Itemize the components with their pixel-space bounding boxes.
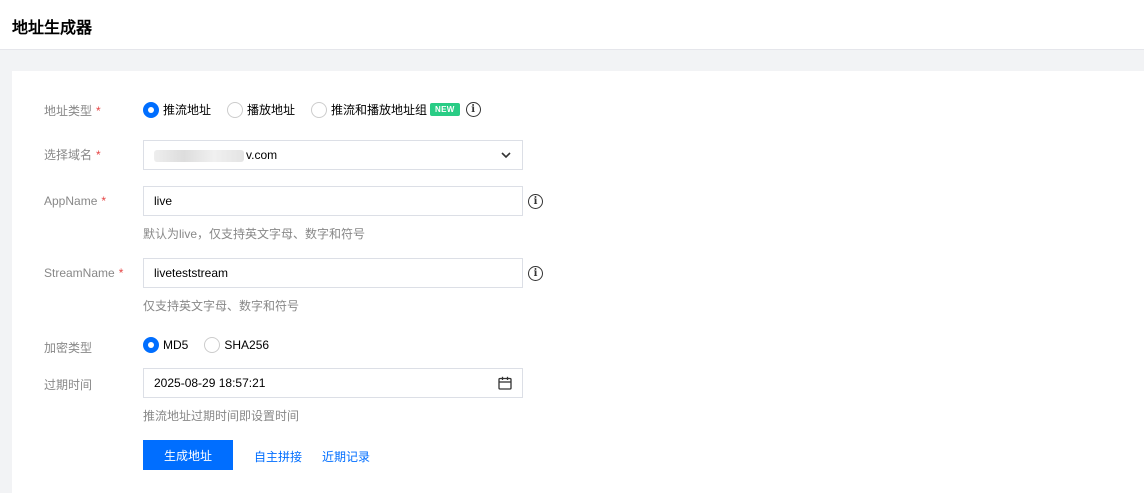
- radio-unchecked-indicator: [311, 101, 328, 118]
- domain-row: 选择域名 * v.com: [12, 140, 1144, 170]
- radio-push-and-play-address-group[interactable]: 推流和播放地址组 NEW: [311, 101, 460, 118]
- expiry-label: 过期时间: [44, 378, 93, 392]
- encryption-row: 加密类型 MD5 SHA256: [12, 336, 1144, 356]
- app-name-help-text: 默认为live，仅支持英文字母、数字和符号: [143, 227, 366, 241]
- address-type-row: 地址类型 * 推流地址 播放地址 推流和播放地址组 NEW i: [12, 100, 1144, 120]
- page-header: 地址生成器: [0, 0, 1144, 50]
- app-name-label: AppName *: [44, 194, 107, 208]
- encryption-radio-group: MD5 SHA256: [143, 337, 285, 353]
- radio-push-address[interactable]: 推流地址: [143, 101, 211, 118]
- stream-name-help-text: 仅支持英文字母、数字和符号: [143, 299, 300, 313]
- stream-name-input[interactable]: liveteststream: [143, 258, 523, 288]
- encryption-label: 加密类型: [44, 341, 93, 355]
- radio-unchecked-indicator: [204, 337, 221, 353]
- actions-row: 生成地址 自主拼接 近期记录: [12, 440, 1144, 470]
- radio-checked-indicator: [143, 337, 159, 353]
- address-type-radio-group: 推流地址 播放地址 推流和播放地址组 NEW i: [143, 101, 481, 118]
- calendar-icon[interactable]: [498, 376, 512, 390]
- domain-select[interactable]: v.com: [143, 140, 523, 170]
- radio-sha256[interactable]: SHA256: [204, 337, 269, 353]
- radio-md5[interactable]: MD5: [143, 337, 188, 353]
- stream-name-info-icon[interactable]: i: [528, 266, 543, 281]
- stream-name-row: StreamName * liveteststream i 仅支持英文字母、数字和…: [12, 258, 1144, 318]
- new-badge: NEW: [430, 103, 460, 116]
- address-type-label: 地址类型 *: [44, 104, 101, 118]
- radio-checked-indicator: [143, 101, 159, 118]
- radio-play-address[interactable]: 播放地址: [227, 101, 295, 118]
- app-name-input[interactable]: live: [143, 186, 523, 216]
- custom-assemble-link[interactable]: 自主拼接: [254, 448, 302, 465]
- page-title: 地址生成器: [12, 20, 93, 37]
- radio-unchecked-indicator: [227, 101, 244, 118]
- app-name-info-icon[interactable]: i: [528, 194, 543, 209]
- form-panel: 地址类型 * 推流地址 播放地址 推流和播放地址组 NEW i 选择域名 * v.c…: [12, 71, 1144, 493]
- info-icon[interactable]: i: [465, 102, 481, 117]
- redacted-domain-text: [154, 149, 244, 162]
- stream-name-label: StreamName *: [44, 266, 124, 280]
- chevron-down-icon: [501, 152, 511, 159]
- domain-label: 选择域名 *: [44, 148, 101, 162]
- expiry-datetime-input[interactable]: 2025-08-29 18:57:21: [143, 368, 523, 398]
- generate-address-button[interactable]: 生成地址: [143, 440, 233, 470]
- expiry-row: 过期时间 2025-08-29 18:57:21 推流地址过期时间即设置时间: [12, 368, 1144, 428]
- expiry-help-text: 推流地址过期时间即设置时间: [143, 409, 300, 423]
- app-name-row: AppName * live i 默认为live，仅支持英文字母、数字和符号: [12, 186, 1144, 246]
- recent-records-link[interactable]: 近期记录: [322, 448, 370, 465]
